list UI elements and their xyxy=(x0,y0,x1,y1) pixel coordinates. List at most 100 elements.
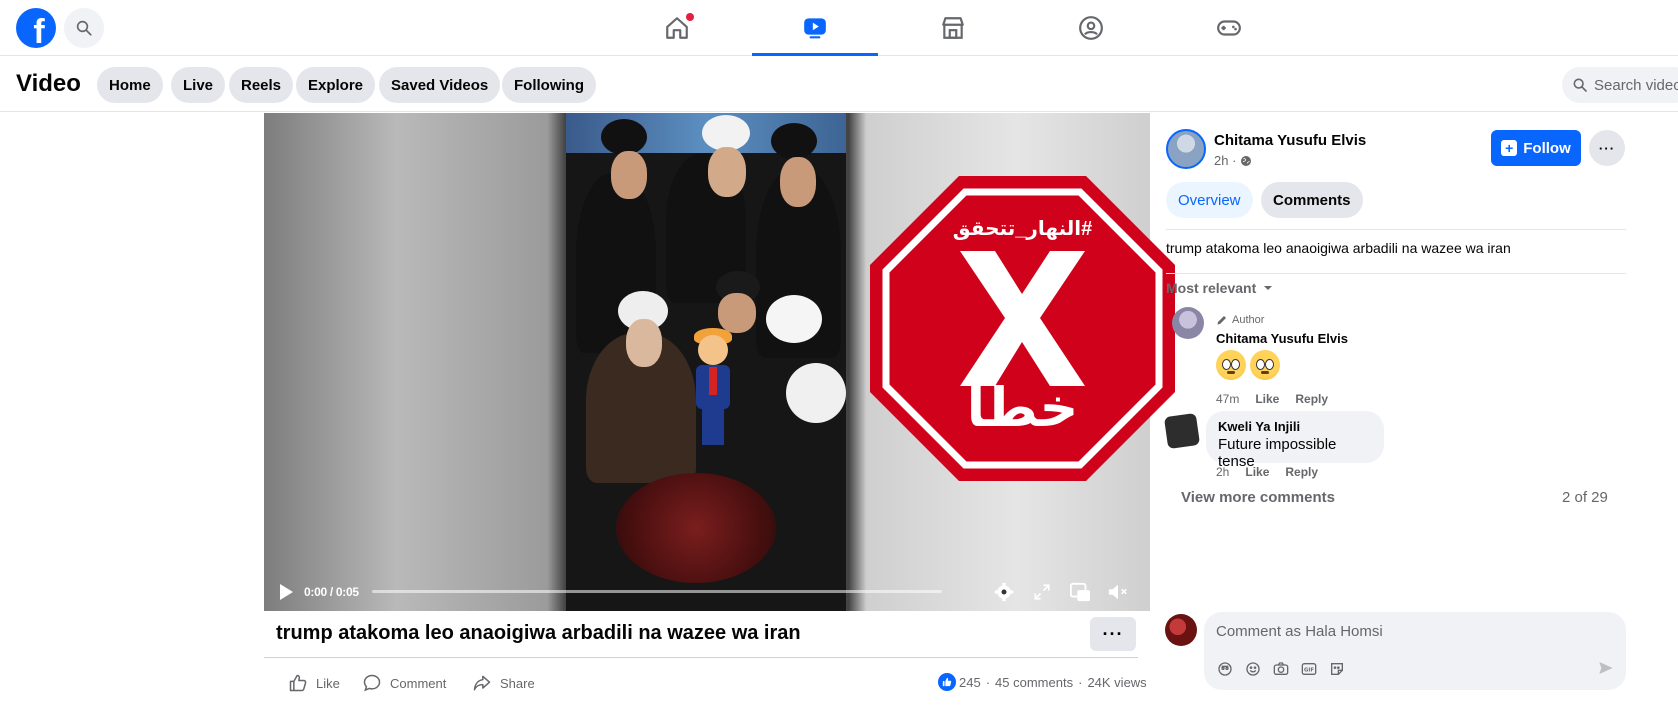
pill-reels[interactable]: Reels xyxy=(229,67,294,103)
comment-reply-button[interactable]: Reply xyxy=(1285,465,1318,479)
comment-placeholder: Comment as Hala Homsi xyxy=(1216,623,1383,640)
flushed-face-emoji xyxy=(1216,350,1246,380)
video-frame-image xyxy=(566,113,846,611)
play-button[interactable] xyxy=(278,583,294,604)
comment-button[interactable]: Comment xyxy=(362,672,446,694)
comment-input[interactable]: Comment as Hala Homsi GIF xyxy=(1204,612,1626,690)
pill-saved-videos[interactable]: Saved Videos xyxy=(379,67,501,103)
author-avatar[interactable] xyxy=(1166,129,1206,169)
false-label: خطأ xyxy=(966,378,1079,438)
post-description: trump atakoma leo anaoigiwa arbadili na … xyxy=(1166,240,1511,256)
comment-reply-button[interactable]: Reply xyxy=(1295,392,1328,406)
tab-home[interactable] xyxy=(614,0,740,56)
commenter-avatar[interactable] xyxy=(1172,307,1204,339)
page-title: Video xyxy=(16,70,81,97)
emoji-icon[interactable] xyxy=(1244,660,1262,678)
sticker-icon[interactable] xyxy=(1328,660,1346,678)
views-count: 24K views xyxy=(1087,674,1147,690)
fullscreen-icon xyxy=(1034,584,1050,600)
notification-dot xyxy=(686,13,694,21)
avatar-sticker-icon[interactable] xyxy=(1216,660,1234,678)
globe-icon xyxy=(1241,155,1252,166)
engagement-stats: 245 · 45 comments · 24K views xyxy=(938,673,1147,691)
like-label: Like xyxy=(316,675,340,691)
camera-icon[interactable] xyxy=(1272,660,1290,678)
tab-marketplace[interactable] xyxy=(890,0,1016,56)
speaker-muted-icon xyxy=(1108,584,1127,600)
fact-check-hashtag: #النهار_تتحقق xyxy=(952,218,1093,240)
tab-video[interactable] xyxy=(752,0,878,56)
comment-icon xyxy=(363,674,381,692)
share-button[interactable]: Share xyxy=(472,672,535,694)
author-name[interactable]: Chitama Yusufu Elvis xyxy=(1214,132,1366,149)
video-time: 0:00 / 0:05 xyxy=(304,585,359,599)
reaction-count[interactable]: 245 xyxy=(959,675,981,690)
send-button[interactable] xyxy=(1598,660,1614,681)
search-button[interactable] xyxy=(64,8,104,48)
pill-home[interactable]: Home xyxy=(97,67,163,103)
tab-gaming[interactable] xyxy=(1166,0,1292,56)
comment-bubble: Kweli Ya Injili Future impossible tense xyxy=(1206,411,1384,470)
follow-label: Follow xyxy=(1523,139,1571,157)
comments-page-count: 2 of 29 xyxy=(1562,489,1608,506)
comment-meta: 47m Like Reply xyxy=(1216,392,1328,406)
flushed-face-emoji xyxy=(1250,350,1280,380)
search-videos-input[interactable]: Search videos xyxy=(1562,67,1678,103)
video-progress-bar[interactable] xyxy=(372,590,942,593)
groups-icon xyxy=(1079,16,1103,40)
pencil-icon xyxy=(1217,316,1226,325)
like-reaction-icon xyxy=(938,673,956,691)
facebook-logo[interactable]: f xyxy=(16,8,56,48)
tab-groups[interactable] xyxy=(1028,0,1154,56)
commenter-avatar[interactable] xyxy=(1163,412,1201,450)
commenter-name[interactable]: Kweli Ya Injili xyxy=(1218,419,1372,434)
like-button[interactable]: Like xyxy=(288,672,340,694)
miniplayer-button[interactable] xyxy=(1068,580,1092,604)
current-user-avatar[interactable] xyxy=(1165,614,1197,646)
miniplayer-icon xyxy=(1069,582,1090,602)
divider xyxy=(1166,273,1626,274)
video-controls: 0:00 / 0:05 xyxy=(264,573,1150,611)
more-dots-icon: ··· xyxy=(1102,623,1124,644)
follow-button[interactable]: + Follow xyxy=(1491,130,1581,166)
search-icon xyxy=(1573,78,1587,92)
post-more-options-button[interactable]: ··· xyxy=(1589,130,1625,166)
pill-explore[interactable]: Explore xyxy=(296,67,376,103)
view-more-comments-link[interactable]: View more comments xyxy=(1181,489,1335,506)
video-title: trump atakoma leo anaoigiwa arbadili na … xyxy=(276,622,801,644)
follow-plus-icon: + xyxy=(1501,140,1518,156)
comment-meta: 2h Like Reply xyxy=(1216,465,1318,479)
comments-count[interactable]: 45 comments xyxy=(995,675,1073,690)
comment-time[interactable]: 47m xyxy=(1216,392,1239,406)
persian-rug xyxy=(616,473,776,583)
divider xyxy=(264,657,1138,658)
top-navigation-bar: f xyxy=(0,0,1678,56)
comment-sort-dropdown[interactable]: Most relevant xyxy=(1166,280,1274,296)
share-icon xyxy=(473,675,491,691)
author-badge: Author xyxy=(1216,314,1264,326)
pill-following[interactable]: Following xyxy=(502,67,596,103)
gaming-icon xyxy=(1217,20,1241,36)
divider xyxy=(1166,229,1626,230)
false-claim-stop-sign: #النهار_تتحقق خطأ xyxy=(870,176,1175,481)
mute-button[interactable] xyxy=(1106,580,1130,604)
settings-button[interactable] xyxy=(992,580,1016,604)
tab-comments[interactable]: Comments xyxy=(1261,182,1363,218)
search-videos-placeholder: Search videos xyxy=(1594,76,1678,94)
play-icon xyxy=(280,584,293,600)
commenter-name[interactable]: Chitama Yusufu Elvis xyxy=(1216,331,1348,346)
comment-time[interactable]: 2h xyxy=(1216,465,1229,479)
video-subheader: Video Home Live Reels Explore Saved Vide… xyxy=(0,57,1678,112)
pill-live[interactable]: Live xyxy=(171,67,226,103)
tab-overview[interactable]: Overview xyxy=(1166,182,1253,218)
comment-label: Comment xyxy=(390,675,447,691)
comment-like-button[interactable]: Like xyxy=(1245,465,1269,479)
video-more-options-button[interactable]: ··· xyxy=(1090,617,1136,651)
gif-icon[interactable]: GIF xyxy=(1300,660,1318,678)
post-time: 2h · xyxy=(1214,153,1252,168)
chevron-down-icon xyxy=(1264,286,1273,290)
sort-label: Most relevant xyxy=(1166,280,1257,296)
fullscreen-button[interactable] xyxy=(1030,580,1054,604)
comment-like-button[interactable]: Like xyxy=(1255,392,1279,406)
send-icon xyxy=(1599,662,1613,674)
